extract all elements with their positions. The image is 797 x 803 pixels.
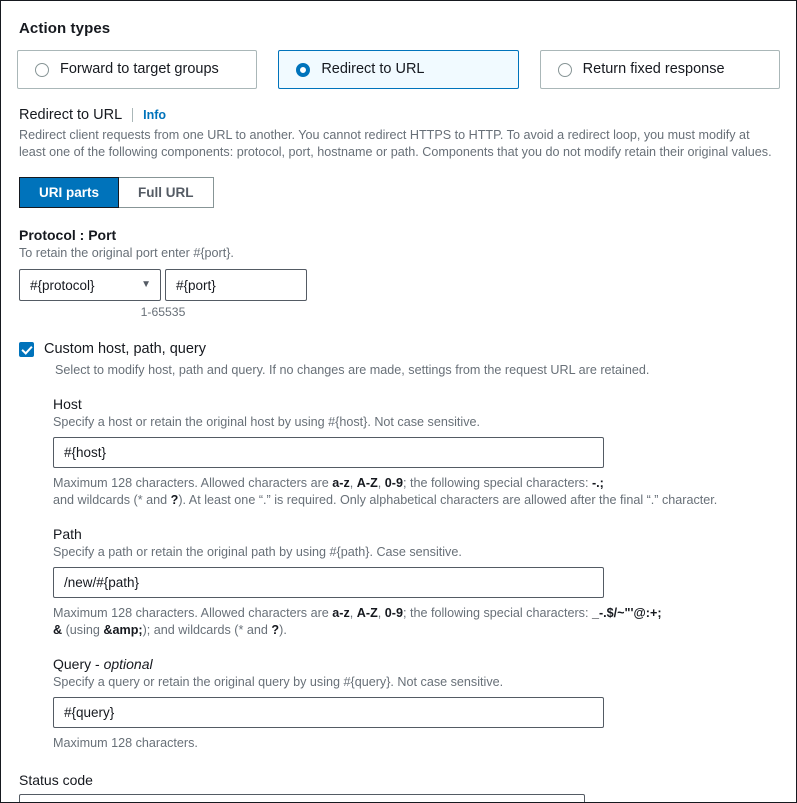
path-constraint-sep: , [377, 606, 385, 620]
query-hint: Specify a query or retain the original q… [53, 675, 504, 689]
query-label: Query - optional [53, 656, 780, 672]
path-constraint: Maximum 128 characters. Allowed characte… [53, 605, 780, 639]
redirect-to-url-header: Redirect to URL Info [19, 107, 780, 123]
status-code-group: Status code 301 - Permanently moved ▼ [19, 772, 780, 802]
path-constraint-text: (using [62, 623, 104, 637]
path-constraint-bold: 0-9 [384, 606, 403, 620]
action-type-option-forward-to-target-groups[interactable]: Forward to target groups [17, 50, 258, 89]
host-label: Host [53, 396, 82, 412]
path-constraint-text: Maximum 128 characters. Allowed characte… [53, 606, 333, 620]
host-constraint-bold: 0-9 [384, 476, 403, 490]
checkbox-checked-icon [19, 341, 34, 357]
redirect-description: Redirect client requests from one URL to… [19, 128, 772, 159]
path-constraint-text: ; the following special characters: [402, 606, 592, 620]
port-input[interactable]: #{port} [165, 269, 307, 301]
path-input-value: /new/#{path} [64, 575, 140, 590]
host-constraint-text: and wildcards (* and [53, 493, 171, 507]
vertical-divider [132, 108, 134, 122]
path-constraint-sep: , [349, 606, 357, 620]
path-constraint-text: ); and wildcards (* and [142, 623, 272, 637]
host-input-value: #{host} [64, 445, 107, 460]
host-hint: Specify a host or retain the original ho… [53, 415, 481, 429]
chevron-down-icon: ▼ [141, 279, 151, 290]
path-field-group: Path Specify a path or retain the origin… [53, 526, 780, 639]
protocol-select[interactable]: #{protocol} ▼ [19, 269, 161, 301]
path-constraint-bold: A-Z [356, 606, 378, 620]
path-label: Path [53, 526, 82, 542]
radio-icon [557, 62, 572, 77]
host-constraint-bold: A-Z [356, 476, 378, 490]
query-input-value: #{query} [64, 705, 115, 720]
host-constraint-text: Maximum 128 characters. Allowed characte… [53, 476, 333, 490]
custom-host-path-query-checkbox[interactable]: Custom host, path, query [19, 341, 780, 357]
tab-full-url[interactable]: Full URL [119, 177, 214, 208]
host-constraint-text: ). At least one “.” is required. Only al… [178, 493, 718, 507]
status-code-select[interactable]: 301 - Permanently moved ▼ [19, 794, 585, 802]
query-optional-tag: optional [103, 656, 153, 672]
radio-selected-icon [296, 62, 311, 77]
path-constraint-bold: ? [271, 623, 280, 637]
page-title: Action types [19, 20, 111, 37]
action-type-option-return-fixed-response[interactable]: Return fixed response [539, 50, 780, 89]
path-constraint-text: ). [279, 623, 287, 637]
host-constraint-text: ; the following special characters: [402, 476, 592, 490]
host-constraint-bold: a-z [332, 476, 350, 490]
host-field-group: Host Specify a host or retain the origin… [53, 396, 780, 509]
radio-icon [35, 62, 49, 77]
protocol-port-label: Protocol : Port [19, 227, 117, 243]
path-constraint-bold: _-.$/~"'@:+; [591, 606, 662, 620]
action-type-label: Redirect to URL [321, 61, 425, 78]
redirect-to-url-panel: Action types Forward to target groups Re… [0, 0, 797, 803]
path-constraint-bold: a-z [332, 606, 350, 620]
port-input-value: #{port} [176, 277, 216, 293]
action-type-label: Return fixed response [582, 61, 725, 78]
query-label-text: Query - [53, 656, 104, 672]
action-type-radio-group: Forward to target groups Redirect to URL… [17, 50, 780, 89]
protocol-port-group: Protocol : Port To retain the original p… [19, 227, 780, 319]
port-range-hint: 1-65535 [140, 305, 186, 319]
query-field-group: Query - optional Specify a query or reta… [53, 656, 780, 752]
protocol-port-row: #{protocol} ▼ #{port} [19, 269, 780, 301]
path-input[interactable]: /new/#{path} [53, 567, 604, 598]
query-input[interactable]: #{query} [53, 697, 604, 728]
host-constraint: Maximum 128 characters. Allowed characte… [53, 475, 780, 509]
uri-mode-segmented-control: URI parts Full URL [19, 177, 214, 208]
custom-hint: Select to modify host, path and query. I… [55, 363, 650, 377]
protocol-select-value: #{protocol} [30, 277, 95, 293]
info-link[interactable]: Info [143, 108, 166, 122]
path-hint: Specify a path or retain the original pa… [53, 545, 462, 559]
path-constraint-bold: &amp; [103, 623, 143, 637]
path-constraint-bold: & [53, 623, 63, 637]
host-constraint-bold: -.; [591, 476, 604, 490]
tab-uri-parts[interactable]: URI parts [19, 177, 120, 208]
custom-host-path-query-label: Custom host, path, query [44, 341, 206, 357]
host-input[interactable]: #{host} [53, 437, 604, 468]
host-constraint-sep: , [377, 476, 385, 490]
protocol-port-hint: To retain the original port enter #{port… [19, 246, 234, 260]
redirect-to-url-title: Redirect to URL [19, 107, 123, 123]
action-type-label: Forward to target groups [60, 61, 219, 78]
status-code-label: Status code [19, 772, 93, 788]
action-type-option-redirect-to-url[interactable]: Redirect to URL [278, 50, 519, 89]
host-constraint-sep: , [349, 476, 357, 490]
query-constraint: Maximum 128 characters. [53, 736, 198, 750]
